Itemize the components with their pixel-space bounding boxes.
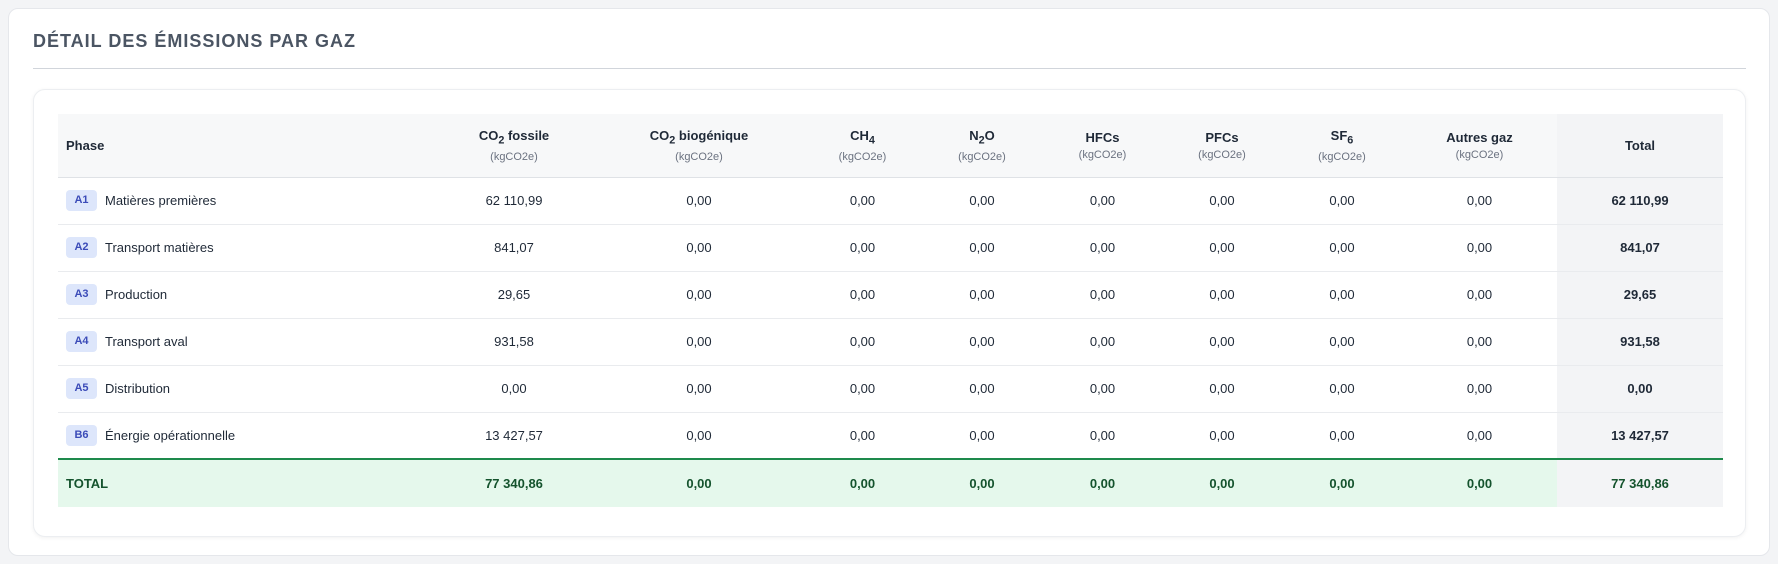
value-cell: 0,00 [804,365,921,413]
phase-label: Transport matières [105,240,214,255]
value-cell: 0,00 [1162,224,1282,272]
table-row: A3 Production 29,65 0,00 0,00 0,00 0,00 0… [58,271,1723,319]
total-value-cell: 0,00 [1043,458,1162,507]
phase-badge: A5 [66,378,97,399]
value-cell: 29,65 [434,271,594,319]
value-cell: 0,00 [1043,412,1162,460]
value-cell: 0,00 [1162,318,1282,366]
value-cell: 0,00 [1402,412,1557,460]
value-cell: 0,00 [804,271,921,319]
value-cell: 0,00 [1282,177,1402,225]
value-cell: 841,07 [434,224,594,272]
phase-label: Matières premières [105,193,217,208]
value-cell: 0,00 [1282,271,1402,319]
value-cell: 0,00 [921,177,1043,225]
value-cell: 0,00 [1402,177,1557,225]
column-header-phase: Phase [58,114,434,178]
column-header-autres-gaz: Autres gaz (kgCO2e) [1402,114,1557,178]
row-total-cell: 841,07 [1557,224,1723,272]
column-header-pfcs: PFCs (kgCO2e) [1162,114,1282,178]
value-cell: 0,00 [921,365,1043,413]
table-row: A2 Transport matières 841,07 0,00 0,00 0,… [58,224,1723,272]
row-total-cell: 931,58 [1557,318,1723,366]
total-value-cell: 0,00 [1282,458,1402,507]
value-cell: 0,00 [1162,365,1282,413]
value-cell: 0,00 [1043,271,1162,319]
value-cell: 0,00 [1282,224,1402,272]
column-header-ch4: CH4 (kgCO2e) [804,114,921,178]
value-cell: 0,00 [1402,318,1557,366]
value-cell: 0,00 [594,318,804,366]
value-cell: 0,00 [594,271,804,319]
column-header-hfcs: HFCs (kgCO2e) [1043,114,1162,178]
phase-badge: A3 [66,284,97,305]
value-cell: 931,58 [434,318,594,366]
title-divider [33,68,1746,69]
emissions-table: Phase CO2 fossile (kgCO2e) CO2 biogénique… [58,114,1723,507]
value-cell: 0,00 [1162,177,1282,225]
total-value-cell: 0,00 [921,458,1043,507]
total-value-cell: 0,00 [1402,458,1557,507]
value-cell: 0,00 [1402,365,1557,413]
phase-label: Distribution [105,381,171,396]
value-cell: 0,00 [1043,365,1162,413]
phase-label: Production [105,287,168,302]
value-cell: 0,00 [921,271,1043,319]
section-title: DÉTAIL DES ÉMISSIONS PAR GAZ [33,31,357,51]
phase-label: Énergie opérationnelle [105,427,236,443]
phase-badge: A1 [66,190,97,211]
value-cell: 62 110,99 [434,177,594,225]
value-cell: 0,00 [921,224,1043,272]
value-cell: 0,00 [921,318,1043,366]
value-cell: 0,00 [1162,412,1282,460]
table-row: A5 Distribution 0,00 0,00 0,00 0,00 0,00 … [58,365,1723,413]
value-cell: 0,00 [804,224,921,272]
value-cell: 0,00 [804,412,921,460]
value-cell: 0,00 [804,318,921,366]
total-value-cell: 77 340,86 [434,458,594,507]
column-header-total: Total [1557,114,1723,178]
row-total-cell: 13 427,57 [1557,412,1723,460]
table-header-row: Phase CO2 fossile (kgCO2e) CO2 biogénique… [58,114,1723,178]
row-total-cell: 29,65 [1557,271,1723,319]
value-cell: 0,00 [1043,318,1162,366]
value-cell: 0,00 [921,412,1043,460]
value-cell: 0,00 [1402,271,1557,319]
column-header-sf6: SF6 (kgCO2e) [1282,114,1402,178]
phase-badge: B6 [66,424,97,446]
value-cell: 0,00 [1282,318,1402,366]
grand-total-cell: 77 340,86 [1557,458,1723,507]
table-row: A4 Transport aval 931,58 0,00 0,00 0,00 0… [58,318,1723,366]
total-row-label: TOTAL [58,458,434,507]
value-cell: 0,00 [594,365,804,413]
total-row: TOTAL 77 340,86 0,00 0,00 0,00 0,00 0,00… [58,458,1723,507]
total-value-cell: 0,00 [804,458,921,507]
emissions-panel: DÉTAIL DES ÉMISSIONS PAR GAZ Phase CO2 f… [8,8,1770,556]
value-cell: 0,00 [1043,224,1162,272]
value-cell: 0,00 [1282,365,1402,413]
table-row: A1 Matières premières 62 110,99 0,00 0,00… [58,177,1723,225]
value-cell: 0,00 [594,412,804,460]
phase-label: Transport aval [105,334,188,349]
table-card: Phase CO2 fossile (kgCO2e) CO2 biogénique… [33,89,1746,537]
value-cell: 13 427,57 [434,412,594,460]
value-cell: 0,00 [594,224,804,272]
value-cell: 0,00 [594,177,804,225]
total-value-cell: 0,00 [594,458,804,507]
value-cell: 0,00 [434,365,594,413]
row-total-cell: 62 110,99 [1557,177,1723,225]
column-header-co2-fossile: CO2 fossile (kgCO2e) [434,114,594,178]
column-header-co2-biogenique: CO2 biogénique (kgCO2e) [594,114,804,178]
table-row: B6 Énergie opérationnelle 13 427,57 0,00 … [58,412,1723,460]
value-cell: 0,00 [1402,224,1557,272]
total-value-cell: 0,00 [1162,458,1282,507]
column-header-n2o: N2O (kgCO2e) [921,114,1043,178]
value-cell: 0,00 [1043,177,1162,225]
value-cell: 0,00 [804,177,921,225]
value-cell: 0,00 [1282,412,1402,460]
phase-badge: A2 [66,237,97,258]
row-total-cell: 0,00 [1557,365,1723,413]
value-cell: 0,00 [1162,271,1282,319]
phase-badge: A4 [66,331,97,352]
